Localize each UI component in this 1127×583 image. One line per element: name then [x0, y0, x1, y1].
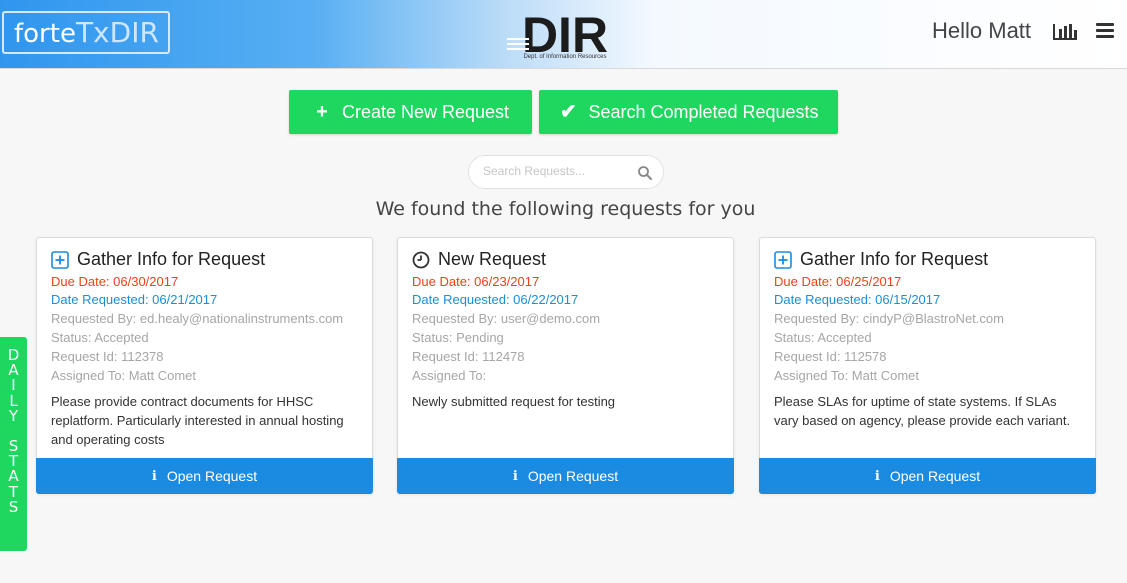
card-description: Newly submitted request for testing [412, 394, 616, 409]
greeting: Hello Matt [932, 18, 1032, 43]
create-new-request-button[interactable]: + Create New Request [289, 90, 532, 134]
status: Status: Pending [412, 330, 504, 345]
date-requested: Date Requested: 06/15/2017 [774, 292, 941, 307]
date-requested: Date Requested: 06/22/2017 [412, 292, 579, 307]
daily-stats-letter: S [8, 497, 19, 516]
assigned-to: Assigned To: Matt Comet [774, 368, 919, 383]
due-date: Due Date: 06/30/2017 [51, 274, 179, 289]
daily-stats-letter: Y [8, 406, 19, 425]
brand-logo[interactable]: forteTxDIR [2, 11, 170, 54]
plus-square-icon [774, 250, 792, 269]
open-request-label: Open Request [527, 468, 619, 484]
requested-by: Requested By: ed.healy@nationalinstrumen… [51, 311, 344, 326]
request-id: Request Id: 112578 [774, 349, 887, 364]
bar-chart-icon[interactable] [1052, 21, 1078, 41]
card-description: Please SLAs for uptime of state systems.… [774, 394, 1071, 428]
status: Status: Accepted [51, 330, 149, 345]
card-title-text: Gather Info for Request [800, 249, 989, 269]
info-icon: i [151, 468, 157, 484]
request-card: Gather Info for Request Due Date: 06/30/… [36, 237, 373, 494]
status: Status: Accepted [774, 330, 872, 345]
card-title: Gather Info for Request [51, 249, 265, 270]
results-heading: We found the following requests for you [375, 198, 756, 220]
checkmark-icon: ✔ [560, 101, 577, 123]
card-description: Please provide contract documents for HH… [51, 394, 344, 447]
due-date: Due Date: 06/25/2017 [774, 274, 902, 289]
card-title: Gather Info for Request [774, 249, 988, 270]
brand-part2: TxDIR [75, 16, 159, 49]
logo-subtitle: Dept. of Information Resources [523, 54, 607, 60]
requested-by: Requested By: user@demo.com [412, 311, 601, 326]
requested-by: Requested By: cindyP@BlastroNet.com [774, 311, 1004, 326]
brand-part1: forte [14, 19, 76, 49]
assigned-to: Assigned To: Matt Comet [51, 368, 196, 383]
info-icon: i [512, 468, 518, 484]
due-date: Due Date: 06/23/2017 [412, 274, 540, 289]
request-id: Request Id: 112478 [412, 349, 525, 364]
plus-icon: + [316, 101, 328, 123]
search-input[interactable] [483, 164, 633, 178]
request-card: New Request Due Date: 06/23/2017 Date Re… [397, 237, 734, 494]
request-card: Gather Info for Request Due Date: 06/25/… [759, 237, 1096, 494]
open-request-label: Open Request [889, 468, 981, 484]
search-completed-requests-label: Search Completed Requests [588, 101, 819, 122]
top-header: forteTxDIR DIR Dept. of Information Reso… [0, 0, 1127, 69]
daily-stats-tab[interactable]: D A I L Y S T A T S [0, 337, 27, 551]
search-completed-requests-button[interactable]: ✔ Search Completed Requests [539, 90, 838, 134]
card-title: New Request [412, 249, 546, 270]
search-box [468, 155, 664, 189]
create-new-request-label: Create New Request [341, 101, 510, 122]
info-icon: i [874, 468, 880, 484]
assigned-to: Assigned To: [412, 368, 487, 383]
open-request-button[interactable]: i Open Request [759, 458, 1096, 494]
hamburger-menu-icon[interactable] [1096, 23, 1114, 39]
open-request-button[interactable]: i Open Request [397, 458, 734, 494]
search-icon[interactable] [637, 165, 653, 181]
plus-square-icon [51, 250, 69, 269]
request-id: Request Id: 112378 [51, 349, 164, 364]
open-request-label: Open Request [166, 468, 258, 484]
open-request-button[interactable]: i Open Request [36, 458, 373, 494]
card-title-text: New Request [438, 249, 547, 269]
card-title-text: Gather Info for Request [77, 249, 266, 269]
date-requested: Date Requested: 06/21/2017 [51, 292, 218, 307]
clock-icon [412, 251, 430, 268]
